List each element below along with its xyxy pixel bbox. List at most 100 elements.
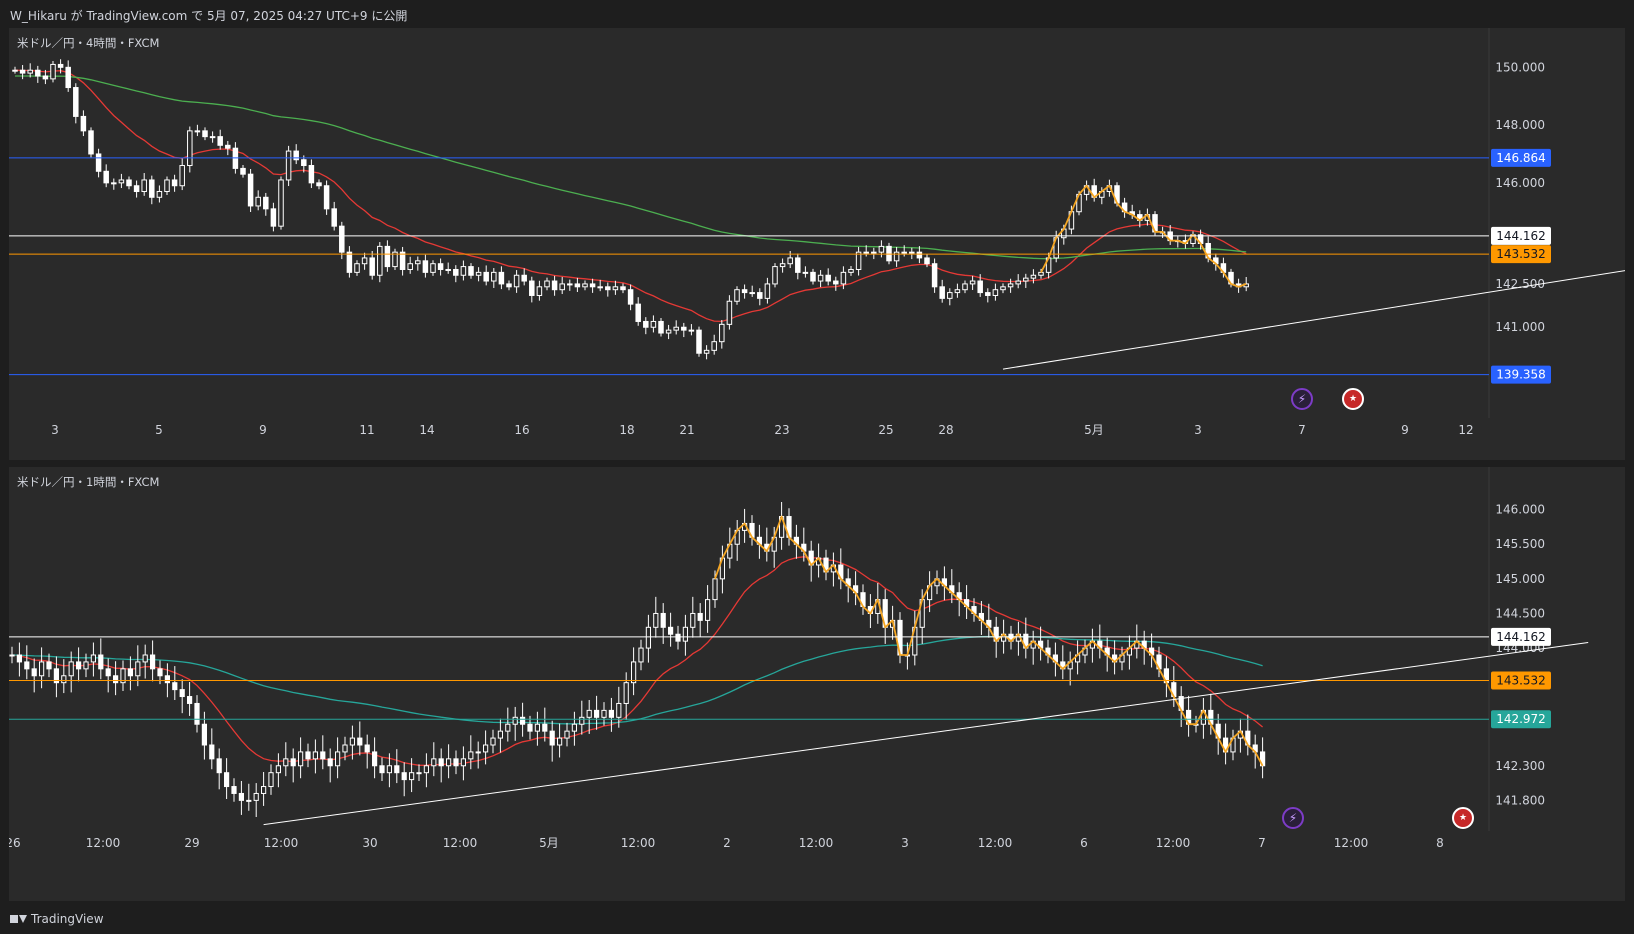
candle: [582, 280, 588, 291]
candle-body-up: [409, 772, 415, 781]
candle-body-up: [164, 179, 170, 193]
candle-body-up: [688, 329, 695, 332]
x-tick-label: 3: [901, 836, 909, 850]
candle-body-up: [156, 191, 163, 198]
candle: [194, 695, 200, 733]
candle-body-down: [675, 633, 681, 642]
candle: [697, 603, 703, 637]
candle: [681, 322, 687, 338]
candle-body-up: [275, 765, 281, 774]
candle: [931, 258, 938, 293]
candle: [438, 748, 444, 783]
candle-body-up: [118, 179, 125, 184]
chart-panel-4h[interactable]: 米ドル／円・4時間・FXCM 150.000 148.000 146.000 142.…: [9, 28, 1625, 460]
candle-body-up: [705, 599, 711, 621]
candle: [475, 741, 481, 769]
candle: [673, 320, 679, 335]
candle: [1230, 729, 1236, 761]
candle-body-up: [512, 716, 518, 725]
candle: [88, 127, 94, 158]
candle: [1260, 737, 1266, 779]
ema-red-line: [14, 69, 1247, 323]
candle: [612, 280, 619, 295]
candle: [453, 750, 459, 775]
chart-panel-1h[interactable]: 米ドル／円・1時間・FXCM 146.000 145.500 145.000 144.…: [9, 467, 1625, 901]
candle: [9, 646, 15, 664]
candle: [734, 286, 740, 305]
candle-body-down: [209, 744, 215, 760]
candle-body-down: [172, 682, 178, 691]
candle: [871, 247, 877, 260]
candle: [217, 129, 223, 150]
candle-body-down: [977, 280, 983, 294]
y-tick-label: 145.000: [1495, 572, 1545, 586]
candle-body-down: [833, 280, 839, 285]
candle: [726, 295, 733, 330]
candle-body-up: [582, 283, 588, 288]
candle-body-up: [536, 286, 543, 296]
candle: [468, 263, 474, 279]
candle-body-down: [527, 723, 533, 732]
candle: [39, 647, 45, 689]
candle: [779, 258, 786, 273]
lightning-bolt-icon[interactable]: ⚡: [1291, 388, 1313, 410]
candle: [705, 585, 711, 633]
candle: [855, 246, 862, 276]
lightning-bolt-icon[interactable]: ⚡: [1282, 807, 1304, 829]
candle-body-up: [27, 69, 33, 74]
candle: [749, 285, 755, 297]
y-tick-label: 150.000: [1495, 60, 1545, 74]
us-flag-icon[interactable]: ★: [1342, 388, 1364, 410]
x-tick-label: 12:00: [1334, 836, 1369, 850]
candle-body-up: [616, 702, 622, 718]
candle: [283, 742, 289, 777]
candle: [263, 192, 269, 216]
chart-1h-svg[interactable]: 146.000145.500145.000144.500144.000142.3…: [9, 467, 1625, 901]
chart-4h-svg[interactable]: 150.000 148.000 146.000 142.500 141.000 3 5 9 11…: [9, 28, 1625, 460]
candle: [1023, 273, 1029, 288]
x-tick-label: 29: [184, 836, 199, 850]
candle: [1121, 197, 1128, 218]
candle: [833, 276, 839, 291]
candle: [498, 266, 505, 290]
candle: [73, 83, 79, 124]
candle: [853, 571, 859, 606]
candle-body-up: [416, 772, 422, 775]
candle-body-up: [246, 799, 252, 802]
candle: [564, 722, 570, 747]
candle-body-down: [379, 765, 385, 774]
candle-body-up: [68, 661, 74, 677]
candle: [860, 584, 866, 615]
candle-body-up: [445, 268, 451, 271]
candle: [491, 268, 497, 288]
candle-body-down: [551, 280, 558, 291]
candle: [703, 345, 710, 360]
candle-body-down: [658, 320, 664, 334]
candle-body-down: [35, 69, 41, 77]
tradingview-logo[interactable]: TradingView: [10, 912, 104, 926]
candle-body-down: [16, 654, 22, 663]
candle: [882, 589, 888, 644]
candle: [786, 508, 792, 546]
candle-body-down: [24, 661, 30, 670]
candle: [76, 647, 82, 682]
x-tick-label: 14: [419, 423, 434, 437]
candle-body-down: [520, 716, 526, 725]
candle-body-down: [795, 257, 801, 273]
candle-body-up: [268, 772, 274, 788]
candle: [120, 660, 126, 691]
candle: [392, 248, 398, 271]
candle: [270, 202, 277, 232]
level-badge-label: 143.532: [1496, 247, 1546, 261]
candle: [513, 270, 520, 293]
candle-body-down: [98, 654, 104, 670]
candle-body-up: [682, 626, 688, 642]
candle: [194, 124, 201, 137]
chart-title-4h: 米ドル／円・4時間・FXCM: [17, 36, 160, 50]
candle: [308, 159, 315, 189]
candle-body-down: [76, 661, 82, 670]
x-tick-label: 5月: [1084, 423, 1104, 437]
candle-body-down: [231, 786, 237, 794]
candle-body-down: [149, 179, 155, 198]
us-flag-icon[interactable]: ★: [1452, 807, 1474, 829]
